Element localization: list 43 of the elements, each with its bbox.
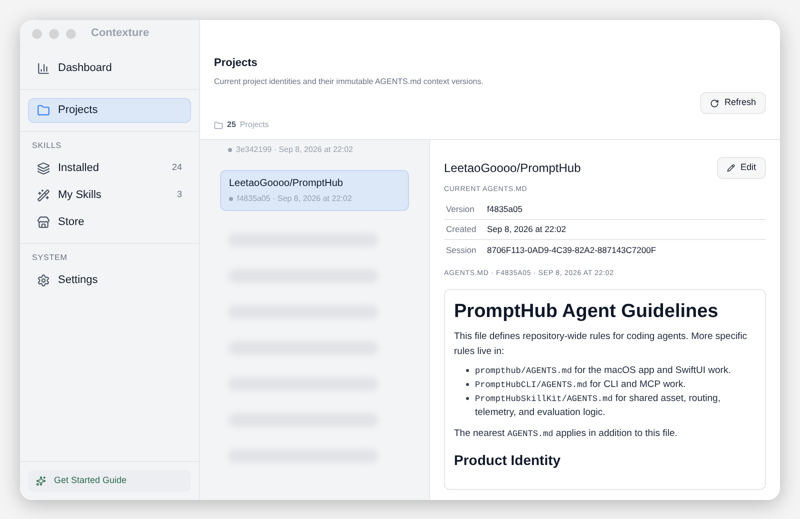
skills-icon	[37, 188, 50, 202]
detail-title: LeetaoGoooo/PromptHub	[444, 160, 581, 176]
project-item[interactable]: LeetaoGoooo/PromptHub f4835a05 · Sep 8, 2026 at 22:02	[220, 170, 409, 210]
field-label: Session	[445, 244, 478, 256]
field-value: Sep 8, 2026 at 22:02	[487, 223, 566, 236]
field-value: f4835a05	[487, 203, 522, 216]
field-label: Created	[445, 223, 478, 236]
page-title: Projects	[214, 56, 258, 70]
sidebar-item[interactable]: Settings	[28, 268, 191, 292]
item-count: 24	[172, 161, 182, 174]
installed-icon	[37, 162, 50, 174]
folder-icon	[214, 120, 223, 130]
edit-button[interactable]: Edit	[717, 156, 766, 178]
field-label: Version	[445, 203, 476, 216]
sidebar-item[interactable]: My Skills 3	[28, 182, 191, 208]
markdown-list-item: prompthub/AGENTS.md for the macOS app and SwiftUI work.	[466, 364, 756, 378]
window-title: Contexture	[91, 26, 150, 42]
refresh-icon	[710, 98, 720, 108]
sidebar-item[interactable]: Installed 24	[28, 156, 191, 180]
section-heading: SYSTEM	[31, 252, 68, 264]
item-count: 3	[176, 188, 182, 202]
markdown-title: PromptHub Agent Guidelines	[454, 300, 720, 324]
dashboard-icon	[37, 62, 50, 74]
field-value: 8706F113-0AD9-4C39-82A2-887143C7200F	[487, 244, 656, 256]
page-subtitle: Current project identities and their immutable AGENTS.md context versions.	[214, 76, 484, 88]
sparkle-icon	[36, 476, 46, 486]
project-count: 25	[227, 119, 236, 131]
refresh-button[interactable]: Refresh	[700, 92, 766, 114]
settings-icon	[37, 274, 50, 286]
sidebar-item[interactable]: Dashboard	[28, 56, 191, 80]
markdown-paragraph: The nearest AGENTS.md applies in addition to this file.	[454, 427, 678, 442]
store-icon	[37, 216, 50, 228]
sidebar-item[interactable]: Projects	[28, 98, 191, 122]
section-heading: SKILLS	[31, 140, 63, 152]
markdown-list-item: PromptHubSkillKit/AGENTS.md for shared asset, routing, telemetry, and evaluation logic.	[466, 392, 756, 420]
project-count-label: Projects	[240, 119, 269, 131]
markdown-heading: Product Identity	[454, 450, 562, 470]
markdown-list-item: PromptHubCLI/AGENTS.md for CLI and MCP work.	[466, 378, 756, 392]
pencil-icon	[727, 164, 736, 172]
sidebar-item[interactable]: Store	[28, 210, 191, 234]
markdown-paragraph: This file defines repository-wide rules for coding agents. More specific rules live in:	[454, 330, 748, 360]
projects-icon	[37, 104, 50, 116]
guide-button[interactable]: Get Started Guide	[28, 470, 191, 492]
